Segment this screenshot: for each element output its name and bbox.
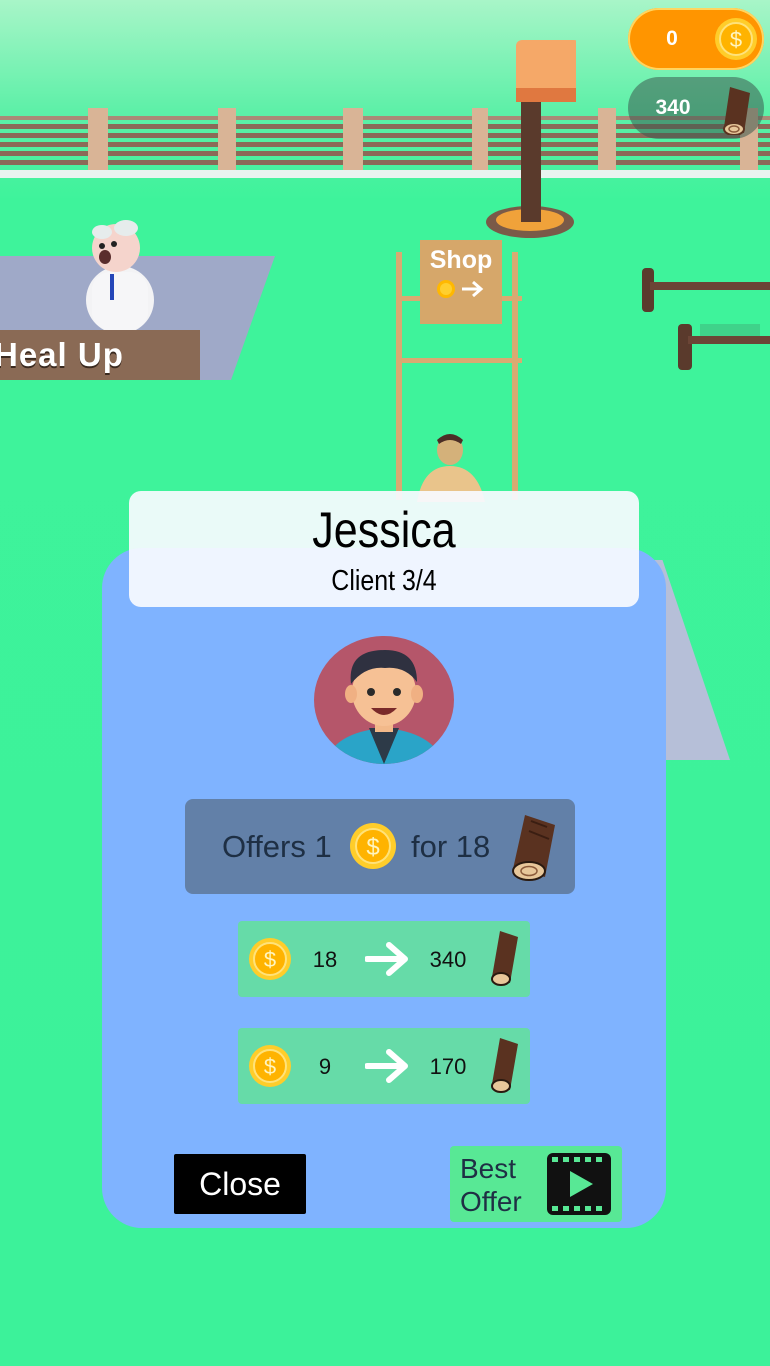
trade-option[interactable]: $ 18 340 [238, 921, 530, 997]
client-header: Jessica Client 3/4 [129, 491, 639, 607]
coin-count: 0 [666, 27, 678, 50]
coin-icon: $ [350, 823, 396, 869]
client-progress: Client 3/4 [331, 565, 437, 597]
wood-log-icon [723, 87, 750, 135]
punching-post [486, 40, 576, 238]
svg-text:$: $ [366, 834, 379, 861]
svg-text:$: $ [730, 27, 742, 52]
best-offer-label: Best Offer [460, 1152, 540, 1218]
best-offer-label-line1: Best [460, 1153, 517, 1184]
offer-prefix: Offers 1 [222, 829, 332, 864]
trade-option[interactable]: $ 9 170 [238, 1028, 530, 1104]
trade-wood-amount: 340 [429, 947, 467, 972]
ground-edge [0, 170, 770, 178]
wood-counter: 340 [628, 77, 764, 139]
offer-summary: Offers 1 $ for 18 [185, 799, 575, 894]
heal-up-sign: Heal Up [0, 330, 200, 380]
coin-icon: $ [715, 18, 757, 60]
offer-suffix: for 18 [411, 829, 491, 864]
coin-icon: $ [249, 1045, 291, 1087]
client-name: Jessica [312, 502, 456, 558]
client-avatar [314, 636, 454, 764]
heal-up-label: Heal Up [0, 336, 124, 373]
rail-fence [642, 268, 770, 370]
trade-coin-amount: 18 [312, 947, 338, 972]
video-ad-icon [547, 1153, 611, 1215]
arrow-right-icon [462, 280, 484, 298]
wood-log-icon [512, 815, 555, 881]
coin-icon: $ [249, 938, 291, 980]
svg-text:$: $ [264, 1054, 276, 1079]
wood-log-icon [491, 1038, 518, 1093]
shop-label: Shop [429, 246, 493, 274]
close-button[interactable]: Close [174, 1154, 306, 1214]
doctor-character [86, 220, 154, 334]
game-scene: Heal Up Shop 0 $ 340 Jessica Client 3/4 … [0, 0, 770, 1366]
shop-sign: Shop [420, 240, 502, 324]
trade-wood-amount: 170 [429, 1054, 467, 1079]
trade-coin-amount: 9 [318, 1054, 332, 1079]
wood-count: 340 [655, 96, 691, 119]
best-offer-label-line2: Offer [460, 1186, 522, 1217]
coin-counter: 0 $ [628, 8, 764, 70]
wood-log-icon [491, 931, 518, 986]
arrow-right-icon [365, 942, 408, 976]
coin-icon [437, 280, 455, 298]
best-offer-button[interactable]: Best Offer [450, 1146, 622, 1222]
svg-text:$: $ [264, 947, 276, 972]
arrow-right-icon [365, 1049, 408, 1083]
